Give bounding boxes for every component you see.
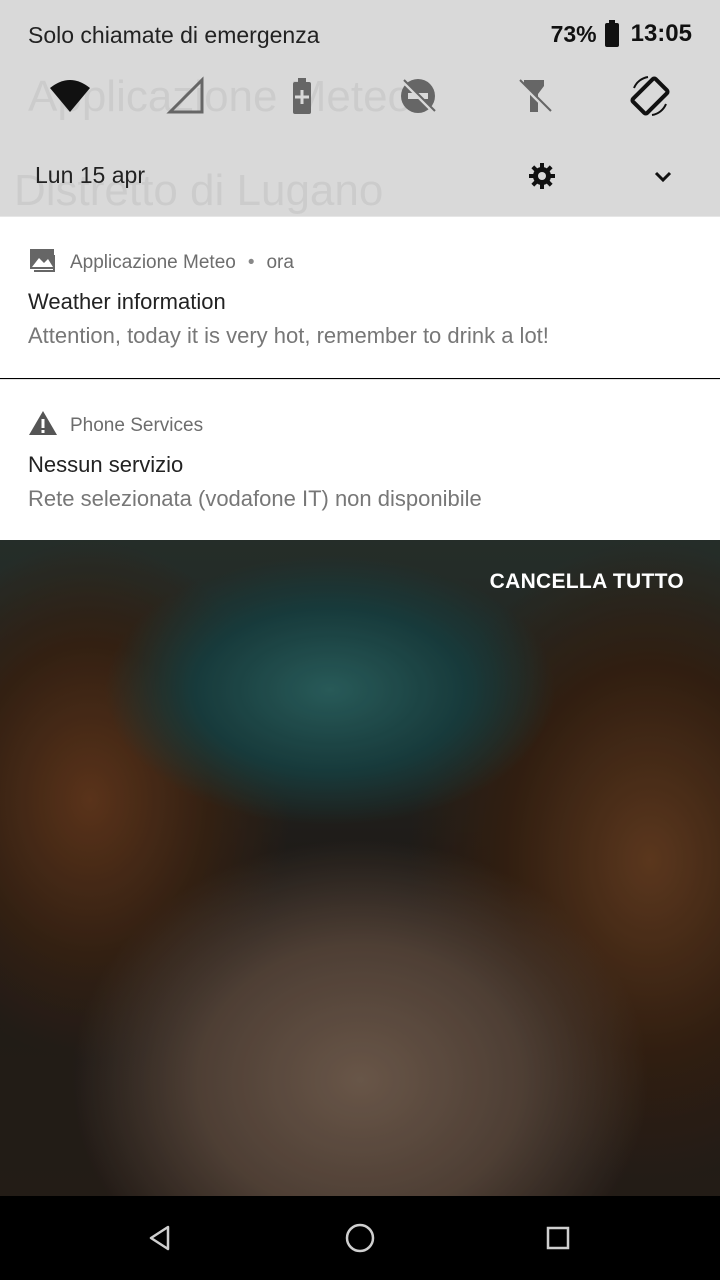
status-bar: Solo chiamate di emergenza 73% 13:05 xyxy=(0,0,720,70)
notification-header: Phone Services xyxy=(28,410,203,442)
quick-settings-panel: Applicazione Meteo Distretto di Lugano S… xyxy=(0,0,720,216)
carrier-text: Solo chiamate di emergenza xyxy=(28,22,320,48)
notification-app-name: Phone Services xyxy=(70,415,204,436)
clock: 13:05 xyxy=(630,20,692,47)
warning-icon xyxy=(28,410,58,442)
navigation-bar xyxy=(0,1196,720,1280)
image-icon xyxy=(28,247,58,279)
notification-app-name: Applicazione Meteo xyxy=(70,252,236,273)
notification-body: Rete selezionata (vodafone IT) non dispo… xyxy=(28,486,482,511)
do-not-disturb-off-icon[interactable] xyxy=(394,72,442,120)
header-separator: • xyxy=(247,252,255,273)
home-button[interactable] xyxy=(338,1216,382,1260)
battery-percent: 73% xyxy=(550,20,597,47)
chevron-down-icon[interactable] xyxy=(650,164,676,190)
status-right-group: 73% 13:05 xyxy=(551,20,692,48)
battery-icon xyxy=(604,20,619,47)
notification-time: ora xyxy=(266,252,294,273)
notification-title: Nessun servizio xyxy=(28,452,184,477)
notification-title: Weather information xyxy=(28,289,226,314)
battery-saver-icon[interactable] xyxy=(278,72,326,120)
auto-rotate-icon[interactable] xyxy=(626,72,674,120)
recents-button[interactable] xyxy=(536,1216,580,1260)
quick-tiles-row xyxy=(0,72,720,122)
notification-body: Attention, today it is very hot, remembe… xyxy=(28,323,549,348)
wallpaper-image xyxy=(0,540,720,1196)
date-label: Lun 15 apr xyxy=(35,162,145,188)
date-settings-row: Lun 15 apr xyxy=(14,140,720,212)
notification-phone-services[interactable]: Phone Services Nessun servizio Rete sele… xyxy=(0,379,720,540)
gear-icon[interactable] xyxy=(528,162,556,190)
flashlight-off-icon[interactable] xyxy=(510,72,558,120)
cell-signal-icon[interactable] xyxy=(162,72,210,120)
back-button[interactable] xyxy=(138,1216,182,1260)
clear-all-button[interactable]: CANCELLA TUTTO xyxy=(490,570,684,594)
notification-weather[interactable]: Applicazione Meteo • ora Weather informa… xyxy=(0,216,720,378)
wifi-icon[interactable] xyxy=(46,72,94,120)
notification-header: Applicazione Meteo • ora xyxy=(28,247,294,279)
